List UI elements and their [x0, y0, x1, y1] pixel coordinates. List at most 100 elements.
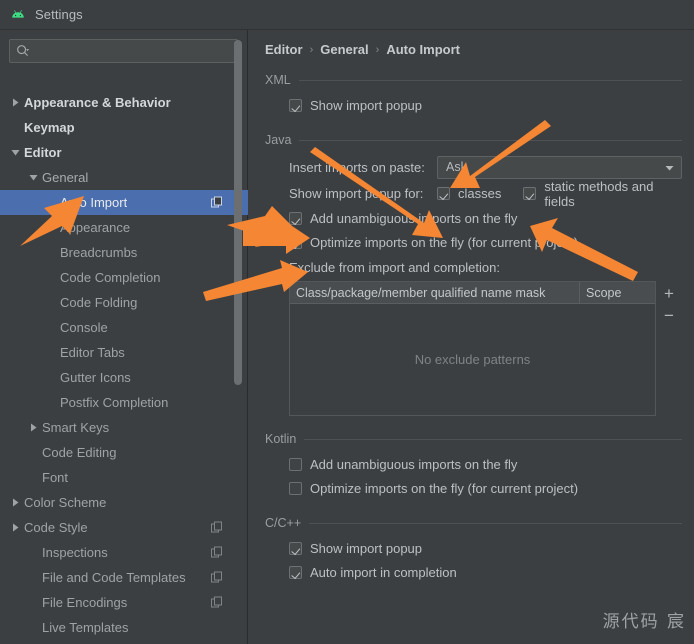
cpp-auto-import-completion-checkbox[interactable]: [289, 565, 302, 579]
project-settings-icon: [211, 521, 224, 534]
sidebar-item-label: Code Style: [24, 520, 88, 535]
sidebar-item-label: Inspections: [42, 545, 108, 560]
cpp-auto-import-completion-row[interactable]: Auto import in completion: [289, 560, 682, 584]
java-classes-checkbox-wrap[interactable]: classes: [437, 186, 501, 201]
sidebar-item-live-templates[interactable]: Live Templates: [0, 615, 248, 640]
kotlin-add-unambiguous-checkbox[interactable]: [289, 457, 302, 471]
java-add-unambiguous-checkbox[interactable]: [289, 211, 302, 225]
section-java-body: Insert imports on paste: Ask Show import…: [265, 147, 682, 416]
sidebar-item-label: Code Completion: [60, 270, 161, 285]
sidebar-item-gutter-icons[interactable]: Gutter Icons: [0, 365, 248, 390]
sidebar-item-keymap[interactable]: Keymap: [0, 115, 248, 140]
sidebar-item-code-folding[interactable]: Code Folding: [0, 290, 248, 315]
search-box[interactable]: [9, 39, 238, 63]
sidebar-item-console[interactable]: Console: [0, 315, 248, 340]
section-kotlin: Kotlin Add unambiguous imports on the fl…: [249, 432, 694, 500]
sidebar-item-label: Font: [42, 470, 69, 485]
sidebar-item-label: Appearance & Behavior: [24, 95, 171, 110]
cpp-show-import-popup-checkbox[interactable]: [289, 541, 302, 555]
java-optimize-imports-checkbox[interactable]: [289, 235, 302, 249]
section-xml-header: XML: [265, 73, 682, 87]
sidebar-scrollbar-thumb[interactable]: [234, 40, 242, 385]
chevron-right-icon[interactable]: [8, 496, 22, 510]
exclude-table[interactable]: Class/package/member qualified name mask…: [289, 281, 656, 416]
java-static-members-checkbox-wrap[interactable]: static methods and fields: [523, 179, 660, 209]
exclude-table-col-mask[interactable]: Class/package/member qualified name mask: [290, 282, 580, 303]
android-studio-icon: [12, 9, 24, 18]
sidebar-item-code-completion[interactable]: Code Completion: [0, 265, 248, 290]
java-add-unambiguous-row[interactable]: Add unambiguous imports on the fly: [289, 206, 682, 230]
sidebar-item-code-style[interactable]: Code Style: [0, 515, 248, 540]
sidebar-item-general[interactable]: General: [0, 165, 248, 190]
sidebar-item-label: Color Scheme: [24, 495, 107, 510]
settings-tree[interactable]: Appearance & Behavior Keymap Editor General…: [0, 72, 248, 644]
sidebar-item-label: Console: [60, 320, 108, 335]
section-xml-body: Show import popup: [265, 87, 682, 117]
sidebar-item-code-editing[interactable]: Code Editing: [0, 440, 248, 465]
sidebar-item-file-and-code-templates[interactable]: File and Code Templates: [0, 565, 248, 590]
sidebar-item-label: General: [42, 170, 89, 185]
breadcrumb: Editor › General › Auto Import: [249, 30, 694, 57]
sidebar-item-auto-import[interactable]: Auto Import: [0, 190, 248, 215]
sidebar-item-label: Auto Import: [60, 195, 128, 210]
window-titlebar: Settings: [0, 0, 694, 30]
cpp-show-import-popup-row[interactable]: Show import popup: [289, 536, 682, 560]
kotlin-optimize-imports-checkbox[interactable]: [289, 481, 302, 495]
sidebar-item-file-types[interactable]: File Types: [0, 640, 248, 644]
section-java: Java Insert imports on paste: Ask Show i…: [249, 133, 694, 416]
java-static-members-checkbox[interactable]: [523, 187, 537, 200]
sidebar-item-font[interactable]: Font: [0, 465, 248, 490]
search-input[interactable]: [35, 44, 231, 58]
xml-show-import-popup-row[interactable]: Show import popup: [289, 93, 682, 117]
sidebar-item-file-encodings[interactable]: File Encodings: [0, 590, 248, 615]
chevron-right-icon[interactable]: [8, 521, 22, 535]
breadcrumb-item[interactable]: General: [320, 42, 368, 57]
chevron-down-icon[interactable]: [26, 171, 40, 185]
kotlin-add-unambiguous-row[interactable]: Add unambiguous imports on the fly: [289, 452, 682, 476]
section-java-header: Java: [265, 133, 682, 147]
section-divider: [309, 522, 682, 524]
section-cpp: C/C++ Show import popup Auto import in c…: [249, 516, 694, 584]
search-icon[interactable]: [16, 44, 30, 58]
sidebar-item-appearance-behavior[interactable]: Appearance & Behavior: [0, 90, 248, 115]
kotlin-optimize-imports-row[interactable]: Optimize imports on the fly (for current…: [289, 476, 682, 500]
kotlin-add-unambiguous-label: Add unambiguous imports on the fly: [310, 456, 518, 472]
add-exclude-pattern-button[interactable]: +: [657, 282, 681, 304]
chevron-right-icon[interactable]: [8, 96, 22, 110]
exclude-table-col-scope[interactable]: Scope: [580, 282, 655, 303]
remove-exclude-pattern-button[interactable]: −: [657, 304, 681, 326]
section-cpp-body: Show import popup Auto import in complet…: [265, 530, 682, 584]
settings-window: Settings Appearance & Behavior Keymap Edit…: [0, 0, 694, 644]
sidebar-item-label: Editor: [24, 145, 62, 160]
insert-imports-on-paste-select[interactable]: Ask: [437, 155, 682, 179]
java-optimize-imports-row[interactable]: Optimize imports on the fly (for current…: [289, 230, 682, 254]
sidebar-item-label: Appearance: [60, 220, 131, 235]
java-classes-checkbox[interactable]: [437, 187, 450, 200]
sidebar-item-editor[interactable]: Editor: [0, 140, 248, 165]
sidebar-item-breadcrumbs[interactable]: Breadcrumbs: [0, 240, 248, 265]
sidebar-item-postfix-completion[interactable]: Postfix Completion: [0, 390, 248, 415]
breadcrumb-separator: ›: [309, 43, 314, 56]
sidebar-item-color-scheme[interactable]: Color Scheme: [0, 490, 248, 515]
chevron-down-icon[interactable]: [664, 162, 675, 173]
chevron-right-icon[interactable]: [26, 421, 40, 435]
sidebar-item-inspections[interactable]: Inspections: [0, 540, 248, 565]
section-cpp-title: C/C++: [265, 516, 302, 530]
exclude-table-header: Class/package/member qualified name mask…: [290, 282, 655, 304]
section-divider: [298, 79, 682, 81]
project-settings-icon: [211, 596, 224, 609]
sidebar-item-label: Code Editing: [42, 445, 117, 460]
chevron-down-icon[interactable]: [8, 146, 22, 160]
sidebar-item-smart-keys[interactable]: Smart Keys: [0, 415, 248, 440]
sidebar-item-appearance[interactable]: Appearance: [0, 215, 248, 240]
exclude-table-buttons: + −: [656, 281, 682, 416]
xml-show-import-popup-checkbox[interactable]: [289, 98, 302, 112]
exclude-from-import-label: Exclude from import and completion:: [289, 260, 500, 275]
sidebar-item-editor-tabs[interactable]: Editor Tabs: [0, 340, 248, 365]
breadcrumb-item[interactable]: Editor: [265, 42, 303, 57]
